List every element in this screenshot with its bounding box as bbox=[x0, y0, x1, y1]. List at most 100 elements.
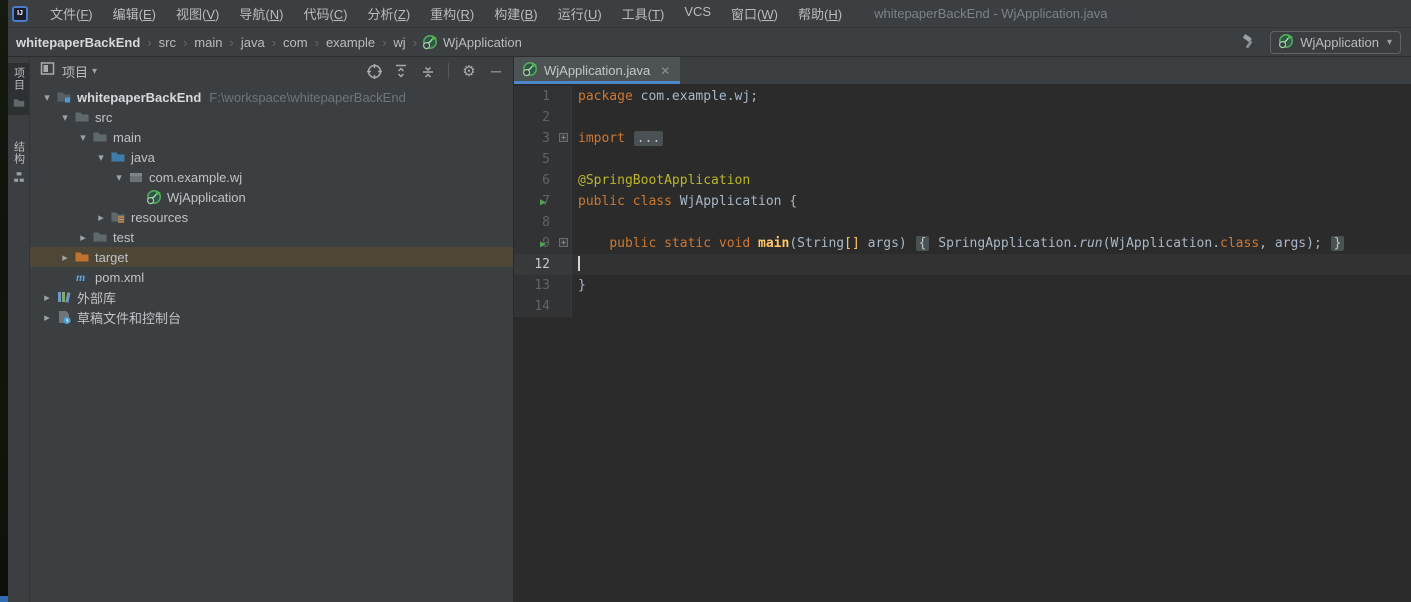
settings-icon[interactable]: ⚙ bbox=[460, 62, 478, 80]
line-number[interactable]: 14 bbox=[534, 296, 550, 317]
menu-分析z[interactable]: 分析(Z) bbox=[358, 0, 421, 27]
code-line-2[interactable]: 2 bbox=[514, 107, 1411, 128]
tree-chevron-icon[interactable]: ▸ bbox=[92, 211, 110, 224]
editor-gutter[interactable]: 13 bbox=[514, 275, 571, 296]
code-line-12[interactable]: 12 bbox=[514, 254, 1411, 275]
menu-视图v[interactable]: 视图(V) bbox=[166, 0, 229, 27]
line-number[interactable]: 1 bbox=[542, 86, 550, 107]
breadcrumb-whitepaperBackEnd[interactable]: whitepaperBackEnd bbox=[14, 35, 142, 50]
line-number[interactable]: 13 bbox=[534, 275, 550, 296]
code-text: } bbox=[571, 275, 1411, 296]
run-gutter-icon[interactable]: ▶ bbox=[540, 192, 546, 213]
tree-chevron-icon[interactable]: ▸ bbox=[74, 231, 92, 244]
tree-item-src[interactable]: ▾ src bbox=[30, 107, 513, 127]
expand-all-icon[interactable] bbox=[392, 62, 410, 80]
code-line-6[interactable]: 6 @SpringBootApplication bbox=[514, 170, 1411, 191]
menu-帮助h[interactable]: 帮助(H) bbox=[788, 0, 852, 27]
stripe-button-结构[interactable]: 结构 bbox=[8, 137, 29, 189]
code-line-13[interactable]: 13} bbox=[514, 275, 1411, 296]
tree-chevron-icon[interactable]: ▸ bbox=[38, 311, 56, 324]
menu-文件f[interactable]: 文件(F) bbox=[40, 0, 103, 27]
tree-item-resources[interactable]: ▸ resources bbox=[30, 207, 513, 227]
code-line-8[interactable]: 8 bbox=[514, 212, 1411, 233]
fold-expand-icon[interactable]: + bbox=[559, 238, 568, 247]
tree-item-whitepaperBackEnd[interactable]: ▾ whitepaperBackEnd F:\workspace\whitepape… bbox=[30, 87, 513, 107]
code-line-5[interactable]: 5 bbox=[514, 149, 1411, 170]
folded-region[interactable]: } bbox=[1330, 236, 1345, 251]
menu-编辑e[interactable]: 编辑(E) bbox=[103, 0, 166, 27]
build-hammer-icon[interactable] bbox=[1240, 33, 1258, 51]
line-number[interactable]: 6 bbox=[542, 170, 550, 191]
tree-chevron-icon[interactable]: ▾ bbox=[74, 131, 92, 144]
breadcrumb-separator: › bbox=[182, 34, 188, 50]
menu-vcs[interactable]: VCS bbox=[674, 0, 721, 27]
tree-item-pom.xml[interactable]: m pom.xml bbox=[30, 267, 513, 287]
hide-icon[interactable]: ─ bbox=[487, 62, 505, 80]
tree-item-com.example.wj[interactable]: ▾ com.example.wj bbox=[30, 167, 513, 187]
spring-boot-run-icon bbox=[1278, 33, 1294, 52]
editor-gutter[interactable]: 3 + bbox=[514, 128, 571, 149]
editor-gutter[interactable]: 2 bbox=[514, 107, 571, 128]
folded-region[interactable]: { bbox=[915, 236, 930, 251]
breadcrumb-com[interactable]: com bbox=[281, 35, 310, 50]
code-line-3[interactable]: 3 + import ... bbox=[514, 128, 1411, 149]
code-line-7[interactable]: 7 ▶ public class WjApplication { bbox=[514, 191, 1411, 212]
menu-导航n[interactable]: 导航(N) bbox=[229, 0, 293, 27]
breadcrumb-example[interactable]: example bbox=[324, 35, 377, 50]
breadcrumb-wj[interactable]: wj bbox=[391, 35, 407, 50]
editor-gutter[interactable]: 5 bbox=[514, 149, 571, 170]
line-number[interactable]: 3 bbox=[542, 128, 550, 149]
tree-chevron-icon[interactable]: ▾ bbox=[38, 91, 56, 104]
collapse-all-icon[interactable] bbox=[419, 62, 437, 80]
editor-gutter[interactable]: 7 ▶ bbox=[514, 191, 571, 212]
tree-chevron-icon[interactable]: ▾ bbox=[92, 151, 110, 164]
tree-item-target[interactable]: ▸ target bbox=[30, 247, 513, 267]
code-line-9[interactable]: 9 ▶ + public static void main(String[] arg… bbox=[514, 233, 1411, 254]
tree-item-WjApplication[interactable]: WjApplication bbox=[30, 187, 513, 207]
breadcrumb-java[interactable]: java bbox=[239, 35, 267, 50]
editor-gutter[interactable]: 6 bbox=[514, 170, 571, 191]
menu-窗口w[interactable]: 窗口(W) bbox=[721, 0, 788, 27]
run-configuration-name: WjApplication bbox=[1300, 34, 1379, 50]
breadcrumb-src[interactable]: src bbox=[157, 35, 178, 50]
menu-工具t[interactable]: 工具(T) bbox=[612, 0, 675, 27]
locate-icon[interactable] bbox=[365, 62, 383, 80]
editor-gutter[interactable]: 12 bbox=[514, 254, 571, 275]
tree-item-java[interactable]: ▾ java bbox=[30, 147, 513, 167]
breadcrumb-leaf-wjapplication[interactable]: WjApplication bbox=[422, 34, 522, 50]
code-line-1[interactable]: 1 package com.example.wj; bbox=[514, 86, 1411, 107]
breadcrumb-separator: › bbox=[412, 34, 418, 50]
tree-chevron-icon[interactable]: ▸ bbox=[38, 291, 56, 304]
editor-gutter[interactable]: 14 bbox=[514, 296, 571, 317]
editor-gutter[interactable]: 1 bbox=[514, 86, 571, 107]
tree-item-外部库[interactable]: ▸ 外部库 bbox=[30, 287, 513, 307]
editor-gutter[interactable]: 9 ▶ + bbox=[514, 233, 571, 254]
editor-tab-wjapplication[interactable]: WjApplication.java ✕ bbox=[514, 57, 681, 84]
breadcrumb-main[interactable]: main bbox=[192, 35, 224, 50]
line-number[interactable]: 8 bbox=[542, 212, 550, 233]
run-gutter-icon[interactable]: ▶ bbox=[540, 234, 546, 255]
chevron-down-icon[interactable]: ▾ bbox=[92, 66, 97, 77]
code-line-14[interactable]: 14 bbox=[514, 296, 1411, 317]
tree-chevron-icon[interactable]: ▸ bbox=[56, 251, 74, 264]
tree-chevron-icon[interactable]: ▾ bbox=[110, 171, 128, 184]
menu-构建b[interactable]: 构建(B) bbox=[484, 0, 547, 27]
editor-gutter[interactable]: 8 bbox=[514, 212, 571, 233]
fold-expand-icon[interactable]: + bbox=[559, 133, 568, 142]
menu-运行u[interactable]: 运行(U) bbox=[548, 0, 612, 27]
run-configuration-selector[interactable]: WjApplication ▾ bbox=[1270, 30, 1401, 54]
line-number[interactable]: 2 bbox=[542, 107, 550, 128]
menu-重构r[interactable]: 重构(R) bbox=[420, 0, 484, 27]
tree-item-main[interactable]: ▾ main bbox=[30, 127, 513, 147]
menu-代码c[interactable]: 代码(C) bbox=[293, 0, 357, 27]
close-icon[interactable]: ✕ bbox=[660, 64, 670, 78]
folded-region[interactable]: ... bbox=[633, 131, 664, 146]
line-number[interactable]: 5 bbox=[542, 149, 550, 170]
project-panel-title[interactable]: 项目 bbox=[62, 62, 88, 81]
tree-item-草稿文件和控制台[interactable]: ▸ 草稿文件和控制台 bbox=[30, 307, 513, 327]
tree-chevron-icon[interactable]: ▾ bbox=[56, 111, 74, 124]
code-editor[interactable]: 1 package com.example.wj; 2 3 + import ... 5 6 @… bbox=[514, 84, 1411, 602]
tree-item-test[interactable]: ▸ test bbox=[30, 227, 513, 247]
line-number[interactable]: 12 bbox=[534, 254, 550, 275]
stripe-button-项目[interactable]: 项目 bbox=[8, 63, 29, 115]
